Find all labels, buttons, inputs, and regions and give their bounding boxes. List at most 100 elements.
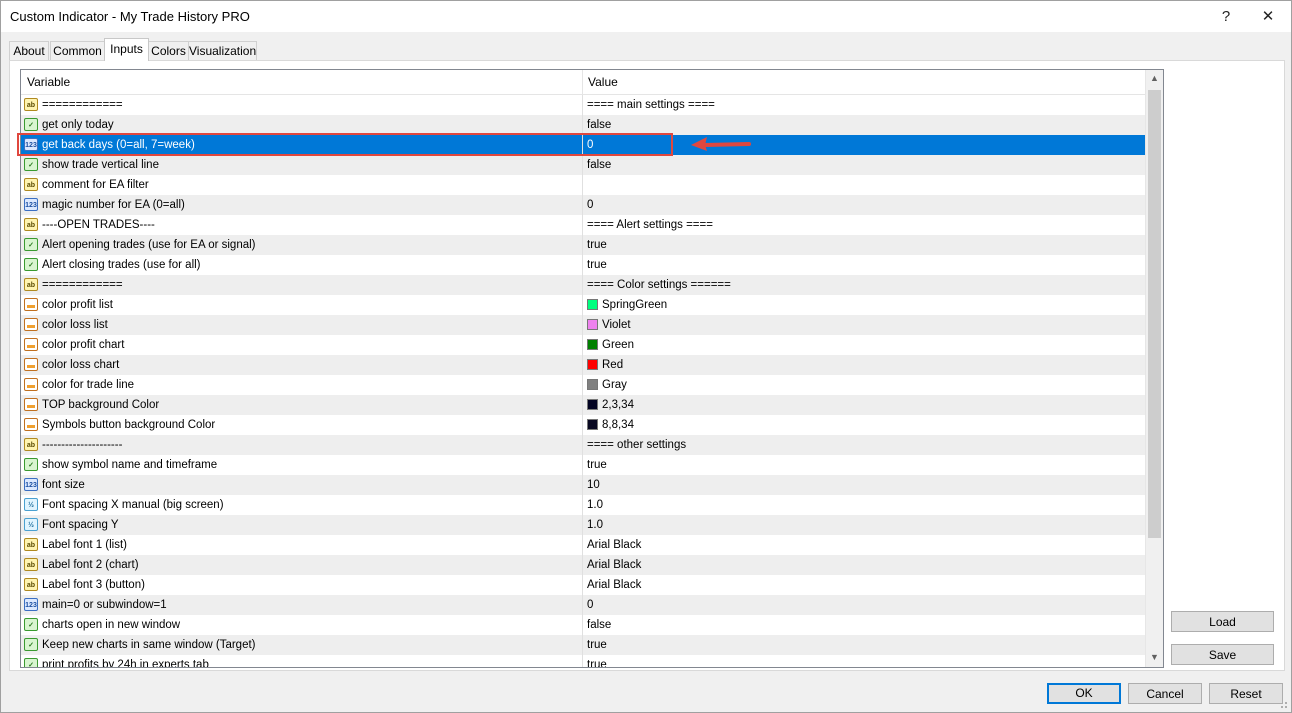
variable-cell[interactable]: ½ Font spacing Y [21, 515, 581, 535]
value-cell[interactable]: false [582, 615, 1146, 635]
value-cell[interactable]: SpringGreen [582, 295, 1146, 315]
table-row[interactable]: TOP background Color 2,3,34 [21, 395, 1145, 415]
value-cell[interactable]: 0 [582, 595, 1146, 615]
tab-about[interactable]: About [9, 41, 49, 60]
variable-cell[interactable]: ✓ Keep new charts in same window (Target) [21, 635, 581, 655]
table-row[interactable]: 123 main=0 or subwindow=1 0 [21, 595, 1145, 615]
variable-cell[interactable]: ab comment for EA filter [21, 175, 581, 195]
table-row[interactable]: ✓ Keep new charts in same window (Target)… [21, 635, 1145, 655]
table-row[interactable]: color loss chart Red [21, 355, 1145, 375]
table-row[interactable]: ✓ print profits by 24h in experts tab true [21, 655, 1146, 667]
load-button[interactable]: Load [1171, 611, 1274, 632]
table-row[interactable]: 123 font size 10 [21, 475, 1145, 495]
value-cell[interactable]: Arial Black [582, 575, 1146, 595]
value-cell[interactable]: ==== Color settings ====== [582, 275, 1146, 295]
variable-cell[interactable]: ab Label font 3 (button) [21, 575, 581, 595]
variable-cell[interactable]: ab ============ [21, 95, 581, 115]
tab-common[interactable]: Common [50, 41, 105, 60]
value-cell[interactable]: ==== other settings [582, 435, 1146, 455]
variable-cell[interactable]: ab ----OPEN TRADES---- [21, 215, 581, 235]
table-row[interactable]: ab ============ ==== Color settings ====== [21, 275, 1145, 295]
variable-cell[interactable]: ✓ print profits by 24h in experts tab [21, 655, 581, 667]
variable-cell[interactable]: ✓ Alert closing trades (use for all) [21, 255, 581, 275]
table-row[interactable]: ab Label font 2 (chart) Arial Black [21, 555, 1145, 575]
table-row[interactable]: color profit list SpringGreen [21, 295, 1145, 315]
table-row[interactable]: color profit chart Green [21, 335, 1145, 355]
ok-button[interactable]: OK [1047, 683, 1121, 704]
value-cell[interactable] [582, 175, 1146, 195]
variable-cell[interactable]: ✓ show trade vertical line [21, 155, 581, 175]
help-button[interactable]: ? [1205, 4, 1247, 30]
table-row[interactable]: ✓ Alert opening trades (use for EA or sig… [21, 235, 1145, 255]
save-button[interactable]: Save [1171, 644, 1274, 665]
variable-cell[interactable]: ✓ charts open in new window [21, 615, 581, 635]
value-cell[interactable]: Gray [582, 375, 1146, 395]
close-button[interactable]: ✕ [1247, 4, 1289, 30]
table-row[interactable]: ab ----OPEN TRADES---- ==== Alert settings… [21, 215, 1145, 235]
value-cell[interactable]: 2,3,34 [582, 395, 1146, 415]
scroll-thumb[interactable] [1148, 90, 1161, 538]
variable-cell[interactable]: ✓ get only today [21, 115, 581, 135]
value-cell[interactable]: ==== Alert settings ==== [582, 215, 1146, 235]
variable-cell[interactable]: ✓ show symbol name and timeframe [21, 455, 581, 475]
variable-cell[interactable]: Symbols button background Color [21, 415, 581, 435]
variable-cell[interactable]: ab --------------------- [21, 435, 581, 455]
resize-grip-icon[interactable] [1278, 699, 1288, 709]
table-row[interactable]: ab --------------------- ==== other settin… [21, 435, 1145, 455]
value-cell[interactable]: 1.0 [582, 495, 1146, 515]
table-row[interactable]: ½ Font spacing Y 1.0 [21, 515, 1145, 535]
value-cell[interactable]: true [582, 455, 1146, 475]
table-row[interactable]: ab Label font 1 (list) Arial Black [21, 535, 1145, 555]
variable-cell[interactable]: 123 font size [21, 475, 581, 495]
value-cell[interactable]: 8,8,34 [582, 415, 1146, 435]
variable-cell[interactable]: ✓ Alert opening trades (use for EA or sig… [21, 235, 581, 255]
value-cell[interactable]: Violet [582, 315, 1146, 335]
value-cell[interactable]: false [582, 115, 1146, 135]
table-row[interactable]: ✓ Alert closing trades (use for all) true [21, 255, 1145, 275]
variable-cell[interactable]: color for trade line [21, 375, 581, 395]
variable-cell[interactable]: ab ============ [21, 275, 581, 295]
variable-cell[interactable]: ½ Font spacing X manual (big screen) [21, 495, 581, 515]
value-cell[interactable]: Arial Black [582, 535, 1146, 555]
cancel-button[interactable]: Cancel [1128, 683, 1202, 704]
value-cell[interactable]: true [582, 235, 1146, 255]
table-row[interactable]: ✓ charts open in new window false [21, 615, 1145, 635]
table-row[interactable]: ab ============ ==== main settings ==== [21, 95, 1145, 115]
tab-colors[interactable]: Colors [148, 41, 189, 60]
table-row[interactable]: ✓ show trade vertical line false [21, 155, 1145, 175]
scroll-down-icon[interactable]: ▼ [1146, 649, 1163, 666]
value-cell[interactable]: ==== main settings ==== [582, 95, 1146, 115]
tab-visualization[interactable]: Visualization [188, 41, 257, 60]
variable-cell[interactable]: TOP background Color [21, 395, 581, 415]
variable-cell[interactable]: 123 magic number for EA (0=all) [21, 195, 581, 215]
value-cell[interactable]: true [582, 655, 1146, 667]
value-cell[interactable]: Green [582, 335, 1146, 355]
table-row[interactable]: 123 magic number for EA (0=all) 0 [21, 195, 1145, 215]
value-cell[interactable]: Arial Black [582, 555, 1146, 575]
value-cell[interactable]: true [582, 255, 1146, 275]
scroll-up-icon[interactable]: ▲ [1146, 70, 1163, 87]
value-cell[interactable]: 1.0 [582, 515, 1146, 535]
variable-cell[interactable]: ab Label font 1 (list) [21, 535, 581, 555]
table-row[interactable]: ✓ show symbol name and timeframe true [21, 455, 1145, 475]
value-cell[interactable]: false [582, 155, 1146, 175]
value-cell[interactable]: true [582, 635, 1146, 655]
variable-cell[interactable]: 123 main=0 or subwindow=1 [21, 595, 581, 615]
table-row[interactable]: ½ Font spacing X manual (big screen) 1.0 [21, 495, 1145, 515]
table-row[interactable]: ab comment for EA filter [21, 175, 1145, 195]
variable-cell[interactable]: color loss chart [21, 355, 581, 375]
variable-cell[interactable]: color loss list [21, 315, 581, 335]
variable-cell[interactable]: color profit list [21, 295, 581, 315]
variable-cell[interactable]: color profit chart [21, 335, 581, 355]
table-row[interactable]: color for trade line Gray [21, 375, 1145, 395]
table-row[interactable]: Symbols button background Color 8,8,34 [21, 415, 1145, 435]
value-cell[interactable]: 0 [582, 195, 1146, 215]
vertical-scrollbar[interactable]: ▲ ▼ [1145, 70, 1163, 667]
header-value[interactable]: Value [582, 70, 618, 94]
value-cell[interactable]: Red [582, 355, 1146, 375]
tab-inputs[interactable]: Inputs [104, 38, 149, 61]
reset-button[interactable]: Reset [1209, 683, 1283, 704]
table-row[interactable]: ab Label font 3 (button) Arial Black [21, 575, 1145, 595]
header-variable[interactable]: Variable [21, 70, 70, 94]
variable-cell[interactable]: ab Label font 2 (chart) [21, 555, 581, 575]
